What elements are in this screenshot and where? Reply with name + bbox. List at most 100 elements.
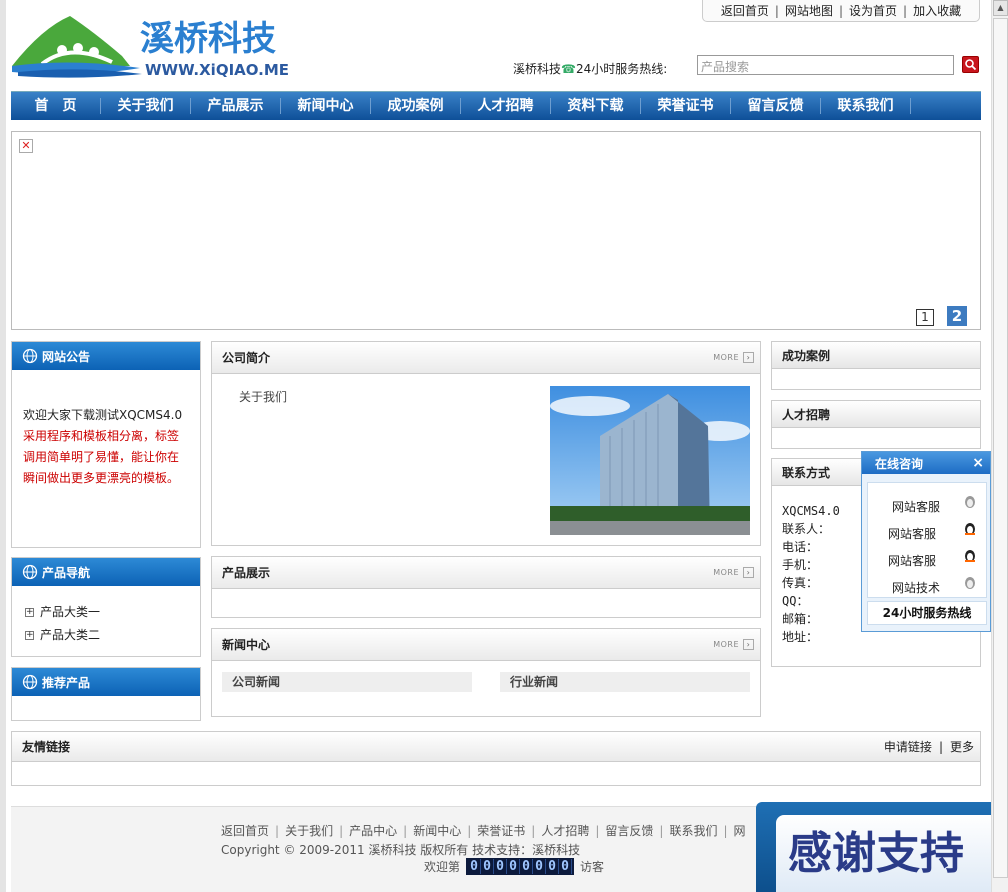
qq-online-icon[interactable] <box>964 521 976 535</box>
recommend-title: 推荐产品 <box>42 675 91 690</box>
announce-line1: 欢迎大家下载测试XQCMS4.0 <box>23 408 183 422</box>
cases-title: 成功案例 <box>782 348 831 363</box>
search-icon <box>965 59 977 71</box>
scroll-up-icon[interactable]: ▲ <box>993 0 1008 16</box>
about-header: 公司简介 MORE › <box>212 342 760 374</box>
site-logo[interactable]: 溪桥科技 WWW.XiQIAO.ME <box>12 14 312 78</box>
jobs-box: 人才招聘 <box>771 400 981 449</box>
footer-link[interactable]: 留言反馈 <box>605 824 653 838</box>
more-arrow-icon[interactable]: › <box>743 639 754 650</box>
more-label[interactable]: MORE <box>713 353 739 362</box>
tab-company-news[interactable]: 公司新闻 <box>222 672 472 692</box>
qq-online-icon[interactable] <box>964 548 976 562</box>
apply-link[interactable]: 申请链接 <box>884 740 932 754</box>
contact-title: 联系方式 <box>782 465 831 480</box>
news-header: 新闻中心 MORE › <box>212 629 760 661</box>
nav-news[interactable]: 新闻中心 <box>281 98 371 114</box>
banner-page-1[interactable]: 1 <box>916 309 934 326</box>
main-nav: 首 页 关于我们 产品展示 新闻中心 成功案例 人才招聘 资料下载 荣誉证书 留… <box>11 91 981 120</box>
more-arrow-icon[interactable]: › <box>743 352 754 363</box>
separator: | <box>275 824 280 838</box>
tree-item[interactable]: + 产品大类二 <box>25 624 200 647</box>
nav-contact[interactable]: 联系我们 <box>821 98 911 114</box>
separator: | <box>659 824 664 838</box>
visitor-counter: 00000000 <box>466 858 575 875</box>
visit-prefix: 欢迎第 <box>424 860 461 874</box>
about-link[interactable]: 关于我们 <box>239 388 287 405</box>
news-more[interactable]: MORE › <box>713 639 754 650</box>
search-button[interactable] <box>962 56 979 73</box>
products-box: 产品展示 MORE › <box>211 556 761 618</box>
consult-item[interactable]: 网站技术 <box>892 579 940 596</box>
qq-offline-icon[interactable] <box>964 494 976 508</box>
announce-box: 网站公告 欢迎大家下载测试XQCMS4.0 采用程序和模板相分离，标签调用简单明… <box>11 341 201 548</box>
counter-digit: 0 <box>481 859 495 874</box>
more-arrow-icon[interactable]: › <box>743 567 754 578</box>
news-box: 新闻中心 MORE › 公司新闻 行业新闻 <box>211 628 761 717</box>
nav-products[interactable]: 产品展示 <box>191 98 281 114</box>
consult-item[interactable]: 网站客服 <box>888 552 936 569</box>
top-link-set-home[interactable]: 设为首页 <box>849 2 897 19</box>
announce-body: 欢迎大家下载测试XQCMS4.0 采用程序和模板相分离，标签调用简单明了易懂，能… <box>12 370 200 489</box>
jobs-header: 人才招聘 <box>772 401 980 428</box>
more-label[interactable]: MORE <box>713 640 739 649</box>
copyright: Copyright © 2009-2011 溪桥科技 版权所有 技术支持：溪桥科… <box>221 843 581 857</box>
products-more[interactable]: MORE › <box>713 567 754 578</box>
expand-icon[interactable]: + <box>25 631 34 640</box>
expand-icon[interactable]: + <box>25 608 34 617</box>
hotline-label: 24小时服务热线: <box>575 62 668 76</box>
announce-line2: 采用程序和模板相分离，标签调用简单明了易懂，能让你在瞬间做出更多更漂亮的模板。 <box>23 429 180 485</box>
about-more[interactable]: MORE › <box>713 352 754 363</box>
footer-link[interactable]: 新闻中心 <box>413 824 461 838</box>
nav-home[interactable]: 首 页 <box>11 98 101 114</box>
nav-honors[interactable]: 荣誉证书 <box>641 98 731 114</box>
globe-icon <box>22 674 38 690</box>
top-link-sitemap[interactable]: 网站地图 <box>785 2 833 19</box>
thanks-banner: 感谢支持 <box>756 802 991 892</box>
top-link-favorite[interactable]: 加入收藏 <box>913 2 961 19</box>
more-link[interactable]: 更多 <box>950 740 974 754</box>
separator: | <box>531 824 536 838</box>
top-link-home[interactable]: 返回首页 <box>721 2 769 19</box>
scroll-thumb[interactable] <box>993 18 1008 878</box>
counter-digit: 0 <box>533 859 547 874</box>
footer-link[interactable]: 关于我们 <box>285 824 333 838</box>
recommend-box: 推荐产品 <box>11 667 201 721</box>
logo-url-text: WWW.XiQIAO.ME <box>145 61 289 78</box>
footer-link[interactable]: 网 <box>734 824 746 838</box>
top-links: 返回首页 | 网站地图 | 设为首页 | 加入收藏 <box>702 0 980 22</box>
more-label[interactable]: MORE <box>713 568 739 577</box>
tree-item-label[interactable]: 产品大类一 <box>40 605 100 619</box>
counter-digit: 0 <box>468 859 482 874</box>
consult-item[interactable]: 网站客服 <box>888 525 936 542</box>
thanks-text: 感谢支持 <box>776 815 991 892</box>
counter-digit: 0 <box>520 859 534 874</box>
qq-offline-icon[interactable] <box>964 575 976 589</box>
banner: ✕ 1 2 <box>11 131 981 330</box>
tree-item[interactable]: + 产品大类一 <box>25 601 200 624</box>
announce-header: 网站公告 <box>12 342 200 370</box>
footer-link[interactable]: 联系我们 <box>669 824 717 838</box>
friend-links-title: 友情链接 <box>22 740 71 754</box>
separator: | <box>467 824 472 838</box>
footer-link[interactable]: 荣誉证书 <box>477 824 525 838</box>
separator: | <box>938 740 943 754</box>
footer-link[interactable]: 产品中心 <box>349 824 397 838</box>
nav-jobs[interactable]: 人才招聘 <box>461 98 551 114</box>
vertical-scrollbar[interactable]: ▲ <box>991 0 1008 892</box>
nav-about[interactable]: 关于我们 <box>101 98 191 114</box>
close-icon[interactable]: × <box>972 455 984 471</box>
separator: | <box>774 3 779 18</box>
nav-feedback[interactable]: 留言反馈 <box>731 98 821 114</box>
nav-downloads[interactable]: 资料下载 <box>551 98 641 114</box>
separator: | <box>403 824 408 838</box>
footer-link[interactable]: 返回首页 <box>221 824 269 838</box>
tree-item-label[interactable]: 产品大类二 <box>40 628 100 642</box>
consult-item[interactable]: 网站客服 <box>892 498 940 515</box>
products-header: 产品展示 MORE › <box>212 557 760 589</box>
nav-cases[interactable]: 成功案例 <box>371 98 461 114</box>
footer-link[interactable]: 人才招聘 <box>541 824 589 838</box>
banner-page-2[interactable]: 2 <box>947 306 967 326</box>
tab-industry-news[interactable]: 行业新闻 <box>500 672 750 692</box>
search-input[interactable]: 产品搜索 <box>697 55 954 75</box>
